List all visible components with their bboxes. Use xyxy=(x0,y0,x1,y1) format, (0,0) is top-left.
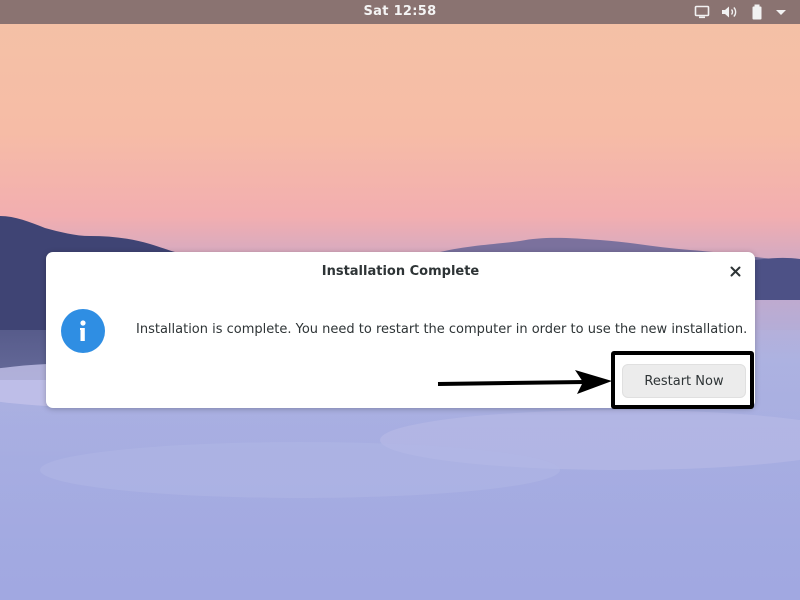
dialog-title: Installation Complete xyxy=(321,264,480,279)
volume-icon[interactable] xyxy=(721,4,738,20)
battery-icon[interactable] xyxy=(751,4,763,20)
top-bar: Sat 12:58 xyxy=(0,0,800,24)
dialog-message: Installation is complete. You need to re… xyxy=(136,322,748,337)
close-icon[interactable] xyxy=(727,263,743,279)
desktop-screen: Sat 12:58 Installation Complete Installa… xyxy=(0,0,800,600)
system-menu-arrow-icon[interactable] xyxy=(774,4,788,20)
display-icon[interactable] xyxy=(694,4,710,20)
restart-now-button[interactable]: Restart Now xyxy=(622,364,746,398)
info-icon xyxy=(61,309,105,353)
installation-complete-dialog: Installation Complete Installation is co… xyxy=(46,252,755,408)
clock[interactable]: Sat 12:58 xyxy=(0,4,800,19)
